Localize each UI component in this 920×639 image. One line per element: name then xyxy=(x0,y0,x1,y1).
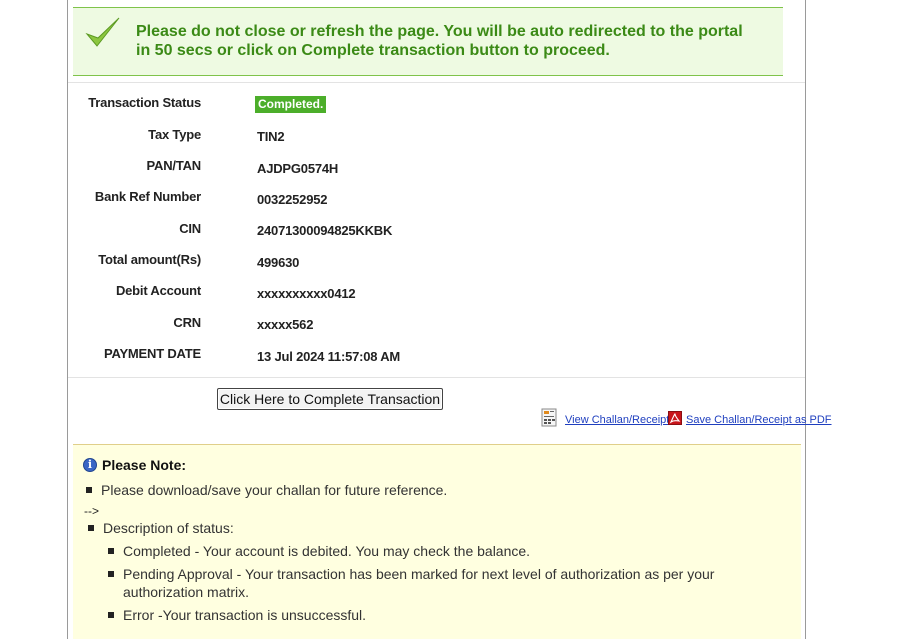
complete-transaction-button[interactable]: Click Here to Complete Transaction xyxy=(217,388,443,410)
separator xyxy=(68,82,805,83)
value-payment-date: 13 Jul 2024 11:57:08 AM xyxy=(257,349,401,364)
value-cin: 24071300094825KKBK xyxy=(257,223,393,238)
value-debit-account: xxxxxxxxxx0412 xyxy=(257,286,356,301)
value-tax-type: TIN2 xyxy=(257,129,285,144)
value-pan-tan: AJDPG0574H xyxy=(257,161,339,176)
save-pdf-link[interactable]: Save Challan/Receipt as PDF xyxy=(686,414,832,426)
redirect-banner: Please do not close or refresh the page.… xyxy=(73,7,783,76)
label-crn: CRN xyxy=(173,315,201,330)
label-total-amount: Total amount(Rs) xyxy=(98,252,201,267)
label-tax-type: Tax Type xyxy=(148,127,201,142)
info-icon xyxy=(83,458,97,472)
status-description-item: Pending Approval - Your transaction has … xyxy=(108,565,743,601)
status-badge: Completed. xyxy=(255,96,327,113)
pdf-icon xyxy=(668,411,682,425)
label-bank-ref: Bank Ref Number xyxy=(94,189,201,204)
label-transaction-status: Transaction Status xyxy=(88,95,201,110)
label-pan-tan: PAN/TAN xyxy=(146,158,202,173)
redirect-message: Please do not close or refresh the page.… xyxy=(136,23,743,59)
stray-arrow-text: --> xyxy=(84,504,99,518)
value-total-amount: 499630 xyxy=(257,255,300,270)
note-title: Please Note: xyxy=(102,457,187,473)
value-crn: xxxxx562 xyxy=(257,317,314,332)
separator xyxy=(68,377,805,378)
note-item: Description of status: xyxy=(88,520,234,536)
label-payment-date: PAYMENT DATE xyxy=(103,346,201,361)
view-challan-link[interactable]: View Challan/Receipt xyxy=(565,414,669,426)
checkmark-icon xyxy=(85,17,120,47)
status-description-item: Completed - Your account is debited. You… xyxy=(108,542,743,560)
note-item: Please download/save your challan for fu… xyxy=(85,482,448,498)
label-cin: CIN xyxy=(179,221,201,236)
value-bank-ref: 0032252952 xyxy=(257,192,328,207)
status-description-item: Error -Your transaction is unsuccessful. xyxy=(108,606,743,624)
label-debit-account: Debit Account xyxy=(115,283,201,298)
receipt-icon xyxy=(541,408,557,427)
